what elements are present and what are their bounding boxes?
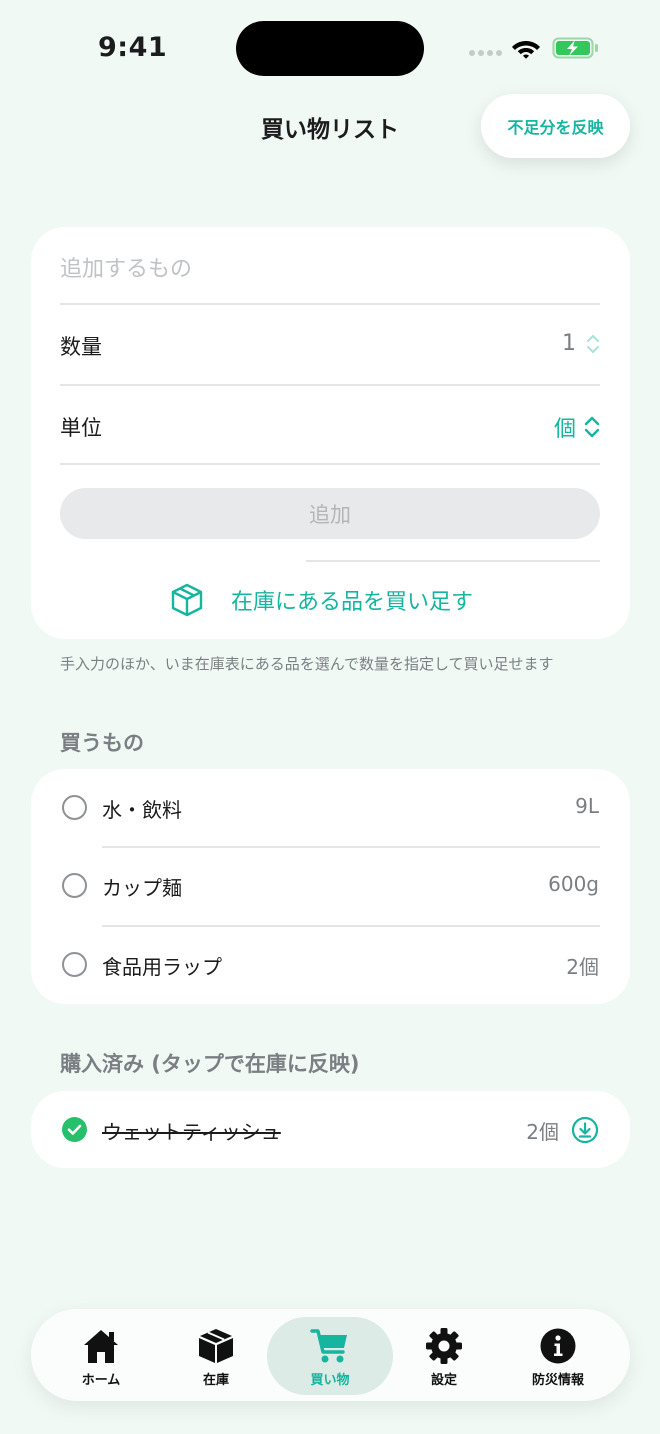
cellular-signal-icon xyxy=(469,50,502,58)
list-item[interactable]: 水・飲料 9L xyxy=(31,769,630,847)
cart-icon xyxy=(310,1329,347,1363)
tab-disaster-info[interactable]: 防災情報 xyxy=(498,1317,618,1395)
dynamic-island xyxy=(236,21,424,76)
status-time: 9:41 xyxy=(98,32,168,63)
download-circle-icon[interactable] xyxy=(571,1116,599,1144)
tab-settings[interactable]: 設定 xyxy=(384,1317,504,1395)
item-quantity: 9L xyxy=(575,794,599,818)
item-name: 水・飲料 xyxy=(102,798,182,822)
to-buy-list: 水・飲料 9L カップ麺 600g 食品用ラップ 2個 xyxy=(31,769,630,1004)
divider xyxy=(60,303,600,305)
tab-label: 設定 xyxy=(430,1373,457,1388)
add-item-form: 追加するもの 数量 1 単位 個 追加 在庫にある品を買い足す xyxy=(31,227,630,639)
divider xyxy=(60,384,600,386)
restock-link-label: 在庫にある品を買い足す xyxy=(231,590,474,615)
list-item[interactable]: 食品用ラップ 2個 xyxy=(31,926,630,1004)
help-note: 手入力のほか、いま在庫表にある品を選んで数量を指定して買い足せます xyxy=(60,655,554,673)
unit-picker[interactable]: 個 xyxy=(554,411,600,443)
chevron-up-down-icon xyxy=(584,416,600,438)
item-name-input[interactable]: 追加するもの xyxy=(60,251,192,283)
tab-inventory[interactable]: 在庫 xyxy=(156,1317,276,1395)
info-icon xyxy=(540,1328,576,1364)
unit-value: 個 xyxy=(553,417,576,442)
divider xyxy=(60,463,600,465)
wifi-icon xyxy=(512,41,540,59)
tab-bar: ホーム 在庫 買い物 設定 防災情報 xyxy=(31,1309,630,1401)
gear-icon xyxy=(426,1328,462,1364)
unchecked-circle-icon[interactable] xyxy=(62,952,87,977)
quantity-label: 数量 xyxy=(60,335,102,359)
list-item[interactable]: カップ麺 600g xyxy=(31,847,630,925)
item-quantity: 600g xyxy=(548,872,599,896)
section-title-purchased: 購入済み (タップで在庫に反映) xyxy=(60,1052,360,1076)
chevron-up-down-icon xyxy=(587,334,599,353)
list-item[interactable]: ウェットティッシュ 2個 xyxy=(31,1091,630,1169)
item-quantity: 2個 xyxy=(526,1120,559,1144)
divider xyxy=(306,560,600,562)
add-button[interactable]: 追加 xyxy=(60,488,600,539)
checkmark-circle-icon[interactable] xyxy=(62,1117,87,1142)
tab-home[interactable]: ホーム xyxy=(41,1317,161,1395)
tab-shopping[interactable]: 買い物 xyxy=(267,1317,393,1395)
tab-label: 在庫 xyxy=(202,1373,229,1388)
quantity-value: 1 xyxy=(562,331,576,356)
tab-label: 防災情報 xyxy=(531,1373,584,1388)
item-name: 食品用ラップ xyxy=(102,955,222,979)
house-icon xyxy=(84,1330,118,1363)
tab-label: 買い物 xyxy=(310,1373,350,1388)
item-name: ウェットティッシュ xyxy=(102,1120,281,1144)
reflect-shortage-button[interactable]: 不足分を反映 xyxy=(481,94,630,158)
unchecked-circle-icon[interactable] xyxy=(62,795,87,820)
battery-charging-icon xyxy=(552,37,598,59)
status-bar: 9:41 xyxy=(0,0,660,96)
purchased-list: ウェットティッシュ 2個 xyxy=(31,1091,630,1168)
item-name: カップ麺 xyxy=(102,876,182,900)
unchecked-circle-icon[interactable] xyxy=(62,873,87,898)
item-quantity: 2個 xyxy=(566,955,599,979)
box-icon xyxy=(199,1329,233,1363)
quantity-stepper[interactable]: 1 xyxy=(562,331,600,356)
restock-from-inventory-button[interactable]: 在庫にある品を買い足す xyxy=(169,582,473,618)
unit-label: 単位 xyxy=(60,416,102,440)
tab-label: ホーム xyxy=(81,1373,121,1388)
box-icon xyxy=(171,583,203,617)
section-title-to-buy: 買うもの xyxy=(60,731,144,755)
